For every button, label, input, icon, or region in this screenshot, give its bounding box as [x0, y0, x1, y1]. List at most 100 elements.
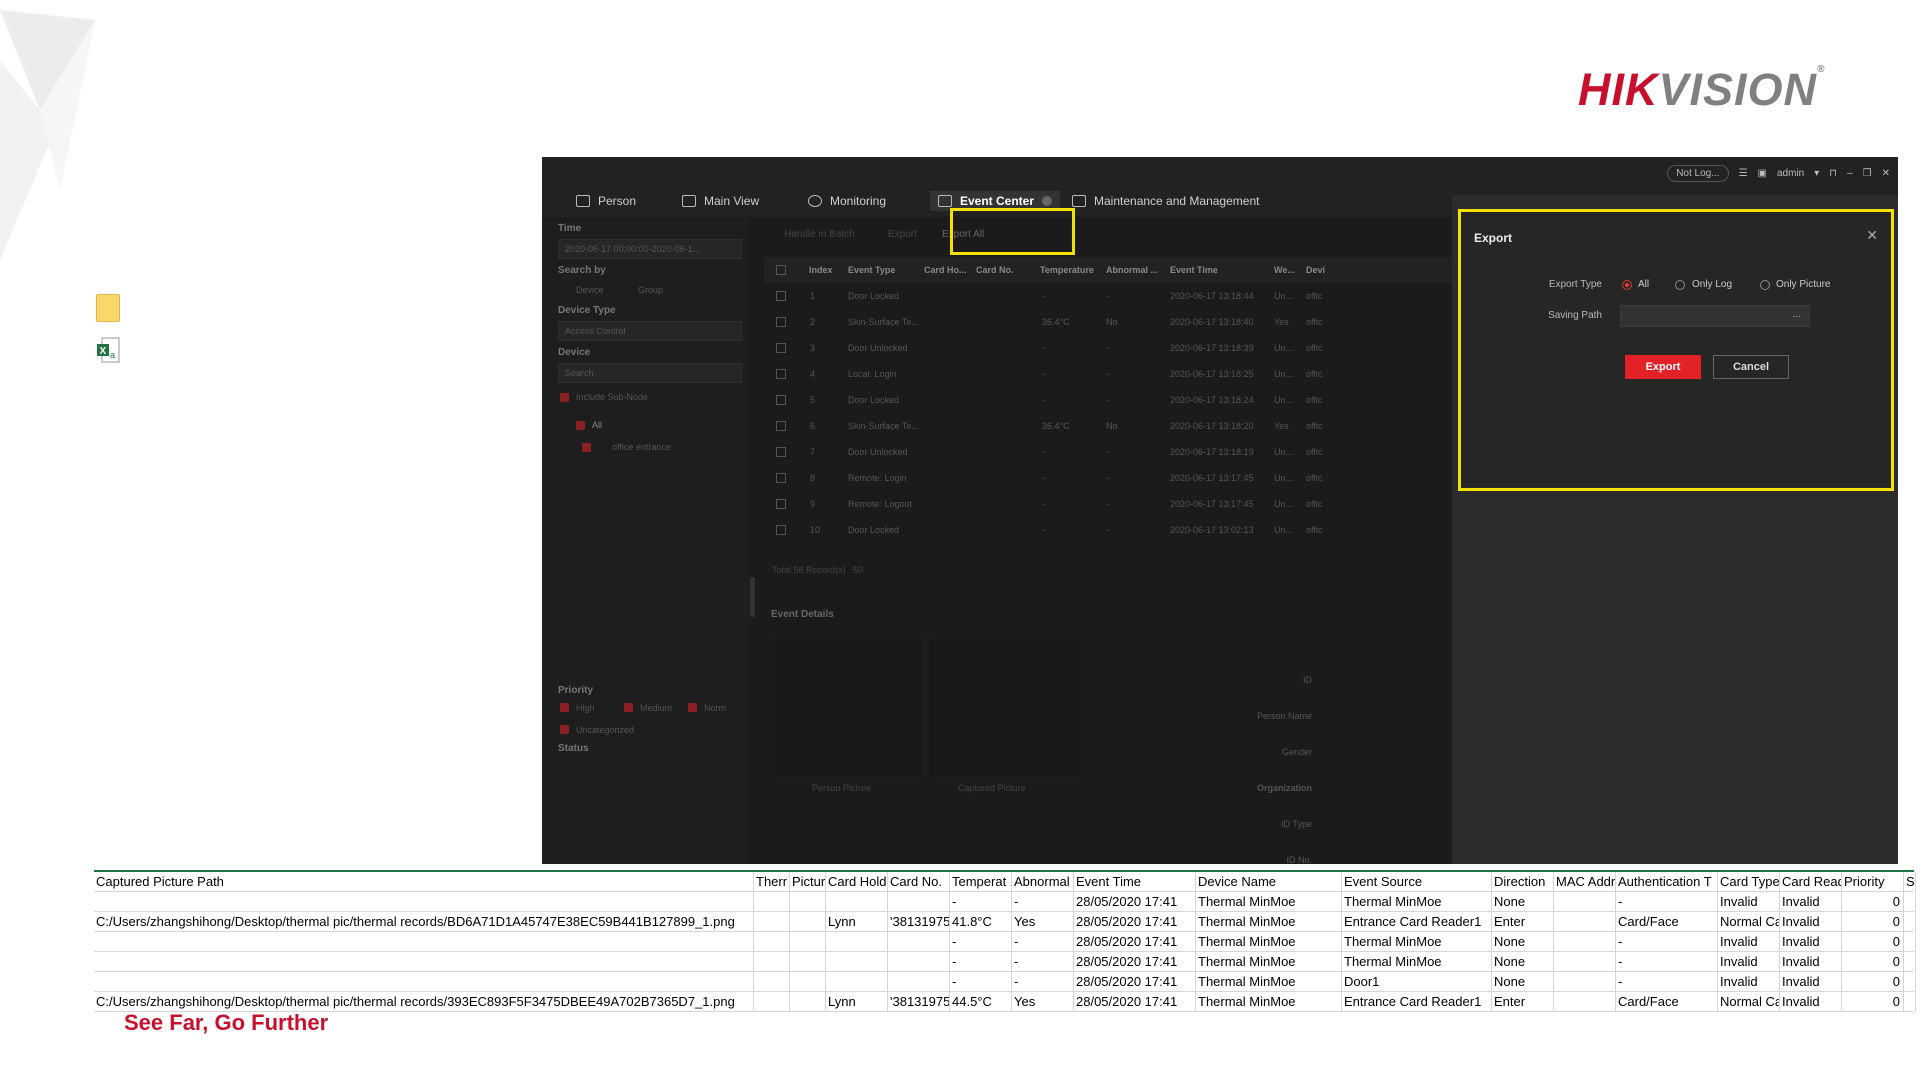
folder-icon[interactable]	[96, 294, 120, 322]
sheet-cell[interactable]	[1904, 892, 1916, 912]
sheet-cell[interactable]	[754, 952, 790, 972]
sheet-cell[interactable]: Invalid	[1780, 932, 1842, 952]
sheet-cell[interactable]: C:/Users/zhangshihong/Desktop/thermal pi…	[94, 912, 754, 932]
sheet-cell[interactable]: Thermal MinMoe	[1342, 892, 1492, 912]
table-row[interactable]: 9 Remote: Logout - -2020-06-17 13:17:45 Un..…	[764, 491, 1464, 517]
sheet-cell[interactable]	[826, 932, 888, 952]
sheet-cell[interactable]: Enter	[1492, 912, 1554, 932]
image-icon[interactable]: ▣	[1758, 168, 1767, 179]
sheet-cell[interactable]	[1554, 992, 1616, 1012]
sheet-row[interactable]: - -28/05/2020 17:41 Thermal MinMoe Thermal …	[94, 932, 1916, 952]
table-row[interactable]: 3 Door Unlocked - -2020-06-17 13:18:39 Un...…	[764, 335, 1464, 361]
sheet-cell[interactable]: 0	[1842, 972, 1904, 992]
sheet-cell[interactable]: 28/05/2020 17:41	[1074, 892, 1196, 912]
table-row[interactable]: 8 Remote: Login - -2020-06-17 13:17:45 Un...…	[764, 465, 1464, 491]
sheet-cell[interactable]: Device Name	[1196, 872, 1342, 892]
sheet-cell[interactable]: None	[1492, 952, 1554, 972]
sheet-cell[interactable]: -	[1012, 972, 1074, 992]
tab-person[interactable]: Person	[576, 191, 636, 211]
sheet-cell[interactable]: 28/05/2020 17:41	[1074, 932, 1196, 952]
sheet-cell[interactable]	[1904, 912, 1916, 932]
sheet-cell[interactable]: -	[1616, 932, 1718, 952]
sheet-cell[interactable]: Door1	[1342, 972, 1492, 992]
sheet-cell[interactable]	[790, 952, 826, 972]
sheet-cell[interactable]: None	[1492, 932, 1554, 952]
sheet-cell[interactable]	[790, 972, 826, 992]
row-checkbox[interactable]	[776, 369, 786, 379]
sheet-cell[interactable]	[790, 892, 826, 912]
sheet-cell[interactable]: 0	[1842, 932, 1904, 952]
tree-all-checkbox[interactable]	[576, 421, 585, 430]
sheet-cell[interactable]: Invalid	[1780, 912, 1842, 932]
table-row[interactable]: 7 Door Unlocked - -2020-06-17 13:18:19 Un...…	[764, 439, 1464, 465]
sheet-cell[interactable]: Entrance Card Reader1	[1342, 912, 1492, 932]
sheet-row[interactable]: C:/Users/zhangshihong/Desktop/thermal pi…	[94, 992, 1916, 1012]
sheet-row[interactable]: - -28/05/2020 17:41 Thermal MinMoe Door1 Non…	[94, 972, 1916, 992]
sheet-cell[interactable]	[1554, 932, 1616, 952]
sheet-cell[interactable]: -	[1616, 952, 1718, 972]
sheet-row[interactable]: C:/Users/zhangshihong/Desktop/thermal pi…	[94, 912, 1916, 932]
sheet-cell[interactable]: Invalid	[1780, 952, 1842, 972]
row-checkbox[interactable]	[776, 525, 786, 535]
row-checkbox[interactable]	[776, 291, 786, 301]
sheet-cell[interactable]: Yes	[1012, 992, 1074, 1012]
sheet-cell[interactable]: -	[1616, 892, 1718, 912]
sheet-cell[interactable]	[754, 992, 790, 1012]
panel-splitter[interactable]	[750, 577, 755, 617]
sheet-cell[interactable]: Pictur	[790, 872, 826, 892]
sheet-cell[interactable]	[754, 932, 790, 952]
sheet-cell[interactable]: Invalid	[1780, 972, 1842, 992]
sheet-cell[interactable]: C:/Users/zhangshihong/Desktop/thermal pi…	[94, 992, 754, 1012]
device-type-select[interactable]: Access Control	[558, 321, 742, 341]
sheet-header-row[interactable]: Captured Picture Path Therr Pictur Card Hol…	[94, 872, 1916, 892]
table-row[interactable]: 4 Local: Login - -2020-06-17 13:18:25 Un... o…	[764, 361, 1464, 387]
sheet-cell[interactable]: Event Source	[1342, 872, 1492, 892]
sheet-cell[interactable]: Thermal MinMoe	[1342, 952, 1492, 972]
sheet-cell[interactable]: 28/05/2020 17:41	[1074, 992, 1196, 1012]
sheet-cell[interactable]: -	[1012, 952, 1074, 972]
sheet-cell[interactable]: Entrance Card Reader1	[1342, 992, 1492, 1012]
row-checkbox[interactable]	[776, 473, 786, 483]
sheet-cell[interactable]	[888, 892, 950, 912]
sheet-cell[interactable]	[888, 972, 950, 992]
sheet-cell[interactable]: Invalid	[1780, 992, 1842, 1012]
sheet-cell[interactable]: Thermal MinMoe	[1342, 932, 1492, 952]
sheet-cell[interactable]: Lynn	[826, 992, 888, 1012]
sheet-cell[interactable]: Thermal MinMoe	[1196, 972, 1342, 992]
priority-normal-checkbox[interactable]	[688, 703, 697, 712]
page-size-select[interactable]: 50	[853, 565, 863, 575]
sheet-cell[interactable]	[790, 932, 826, 952]
sheet-cell[interactable]: None	[1492, 972, 1554, 992]
sheet-cell[interactable]: Priority	[1842, 872, 1904, 892]
sheet-cell[interactable]: 0	[1842, 952, 1904, 972]
sheet-cell[interactable]: Card/Face	[1616, 992, 1718, 1012]
lock-icon[interactable]: ⊓	[1829, 168, 1837, 179]
row-checkbox[interactable]	[776, 447, 786, 457]
sheet-cell[interactable]: Card No.	[888, 872, 950, 892]
sheet-cell[interactable]	[94, 952, 754, 972]
sheet-cell[interactable]	[1904, 932, 1916, 952]
sheet-cell[interactable]: 0	[1842, 992, 1904, 1012]
row-checkbox[interactable]	[776, 343, 786, 353]
sheet-cell[interactable]: Direction	[1492, 872, 1554, 892]
sheet-cell[interactable]	[826, 892, 888, 912]
sheet-cell[interactable]: '38131975	[888, 912, 950, 932]
sheet-cell[interactable]	[826, 952, 888, 972]
sheet-cell[interactable]: Temperat	[950, 872, 1012, 892]
close-icon[interactable]: ✕	[1882, 168, 1890, 179]
sheet-cell[interactable]	[888, 952, 950, 972]
sheet-cell[interactable]: 44.5°C	[950, 992, 1012, 1012]
sheet-cell[interactable]: Thermal MinMoe	[1196, 952, 1342, 972]
sheet-cell[interactable]: Authentication T	[1616, 872, 1718, 892]
sheet-cell[interactable]	[754, 892, 790, 912]
sheet-cell[interactable]: Normal Ca	[1718, 912, 1780, 932]
priority-high-checkbox[interactable]	[560, 703, 569, 712]
row-checkbox[interactable]	[776, 317, 786, 327]
login-status[interactable]: Not Log...	[1667, 165, 1729, 182]
sheet-cell[interactable]: -	[950, 952, 1012, 972]
sheet-cell[interactable]: Therr	[754, 872, 790, 892]
sheet-cell[interactable]: Event Time	[1074, 872, 1196, 892]
sheet-cell[interactable]	[790, 912, 826, 932]
user-menu[interactable]: admin	[1777, 168, 1804, 179]
sheet-cell[interactable]	[1904, 992, 1916, 1012]
